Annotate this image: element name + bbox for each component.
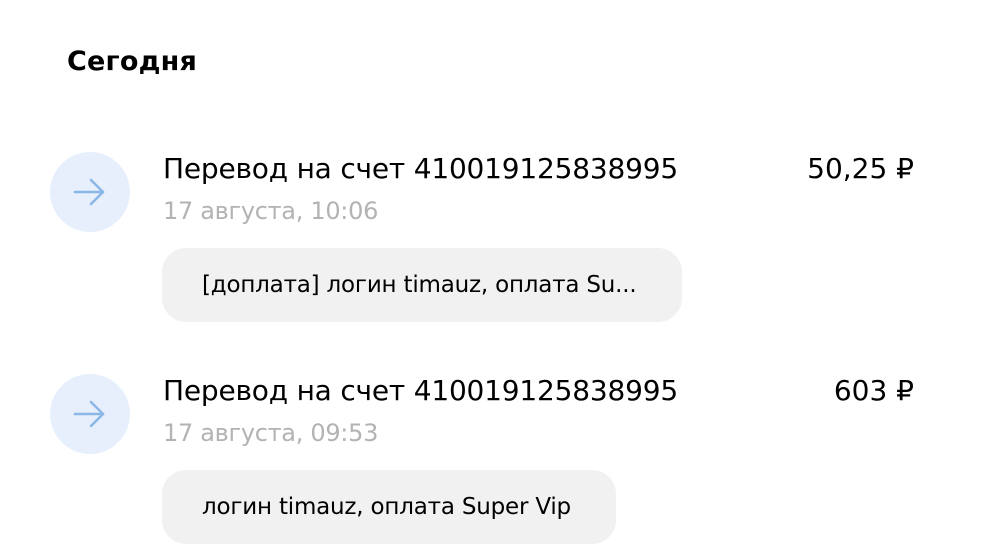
transfer-icon-circle — [50, 152, 130, 232]
operation-date: 17 августа, 10:06 — [163, 197, 379, 225]
operation-title: Перевод на счет 410019125838995 — [163, 374, 678, 407]
operations-page: Сегодня Перевод на счет 410019125838995 … — [0, 0, 984, 554]
operation-amount: 603 ₽ — [833, 374, 914, 407]
arrow-right-icon — [73, 178, 105, 206]
operation-amount: 50,25 ₽ — [807, 152, 914, 185]
operation-date: 17 августа, 09:53 — [163, 419, 379, 447]
section-title: Сегодня — [67, 46, 197, 77]
operation-comment: логин timauz, оплата Super Vip — [162, 470, 616, 544]
operation-comment: [доплата] логин timauz, оплата Su... — [162, 248, 682, 322]
operation-title: Перевод на счет 410019125838995 — [163, 152, 678, 185]
arrow-right-icon — [73, 400, 105, 428]
transfer-icon-circle — [50, 374, 130, 454]
